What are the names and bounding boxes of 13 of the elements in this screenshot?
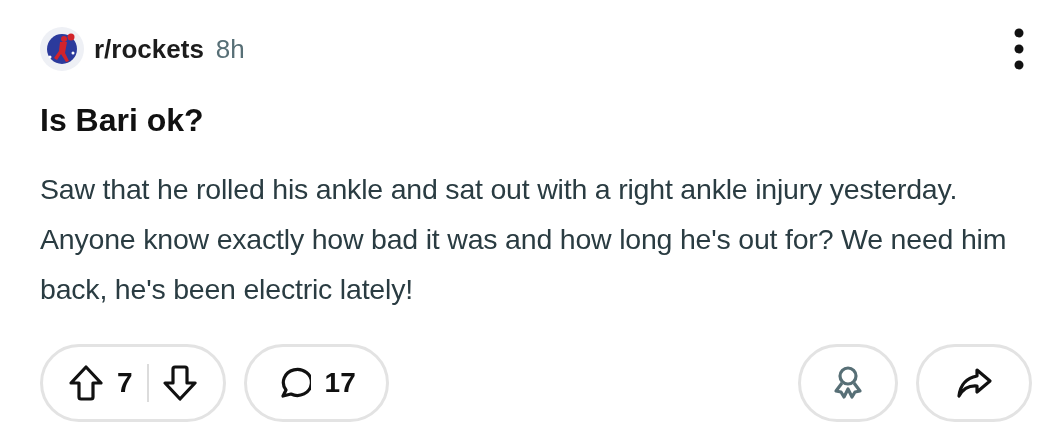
downvote-icon — [162, 365, 197, 401]
post-age: 8h — [215, 33, 245, 65]
award-icon — [832, 365, 864, 401]
more-options-icon[interactable] — [1014, 27, 1024, 71]
post-title: Is Bari ok? — [40, 101, 205, 140]
post-body: Saw that he rolled his ankle and sat out with a right ankle injury yesterday. Anyone know exactly how bad it was and how long he's out for? We need him back, he's been electric lately! — [40, 172, 1008, 307]
upvote-icon — [69, 365, 103, 401]
comments-button[interactable]: 17 — [243, 344, 389, 422]
upvote-button[interactable]: 7 — [69, 365, 133, 401]
vote-count: 7 — [117, 367, 133, 399]
downvote-button[interactable] — [162, 365, 197, 401]
subreddit-name[interactable]: r/rockets — [94, 33, 204, 65]
share-icon — [955, 367, 993, 399]
